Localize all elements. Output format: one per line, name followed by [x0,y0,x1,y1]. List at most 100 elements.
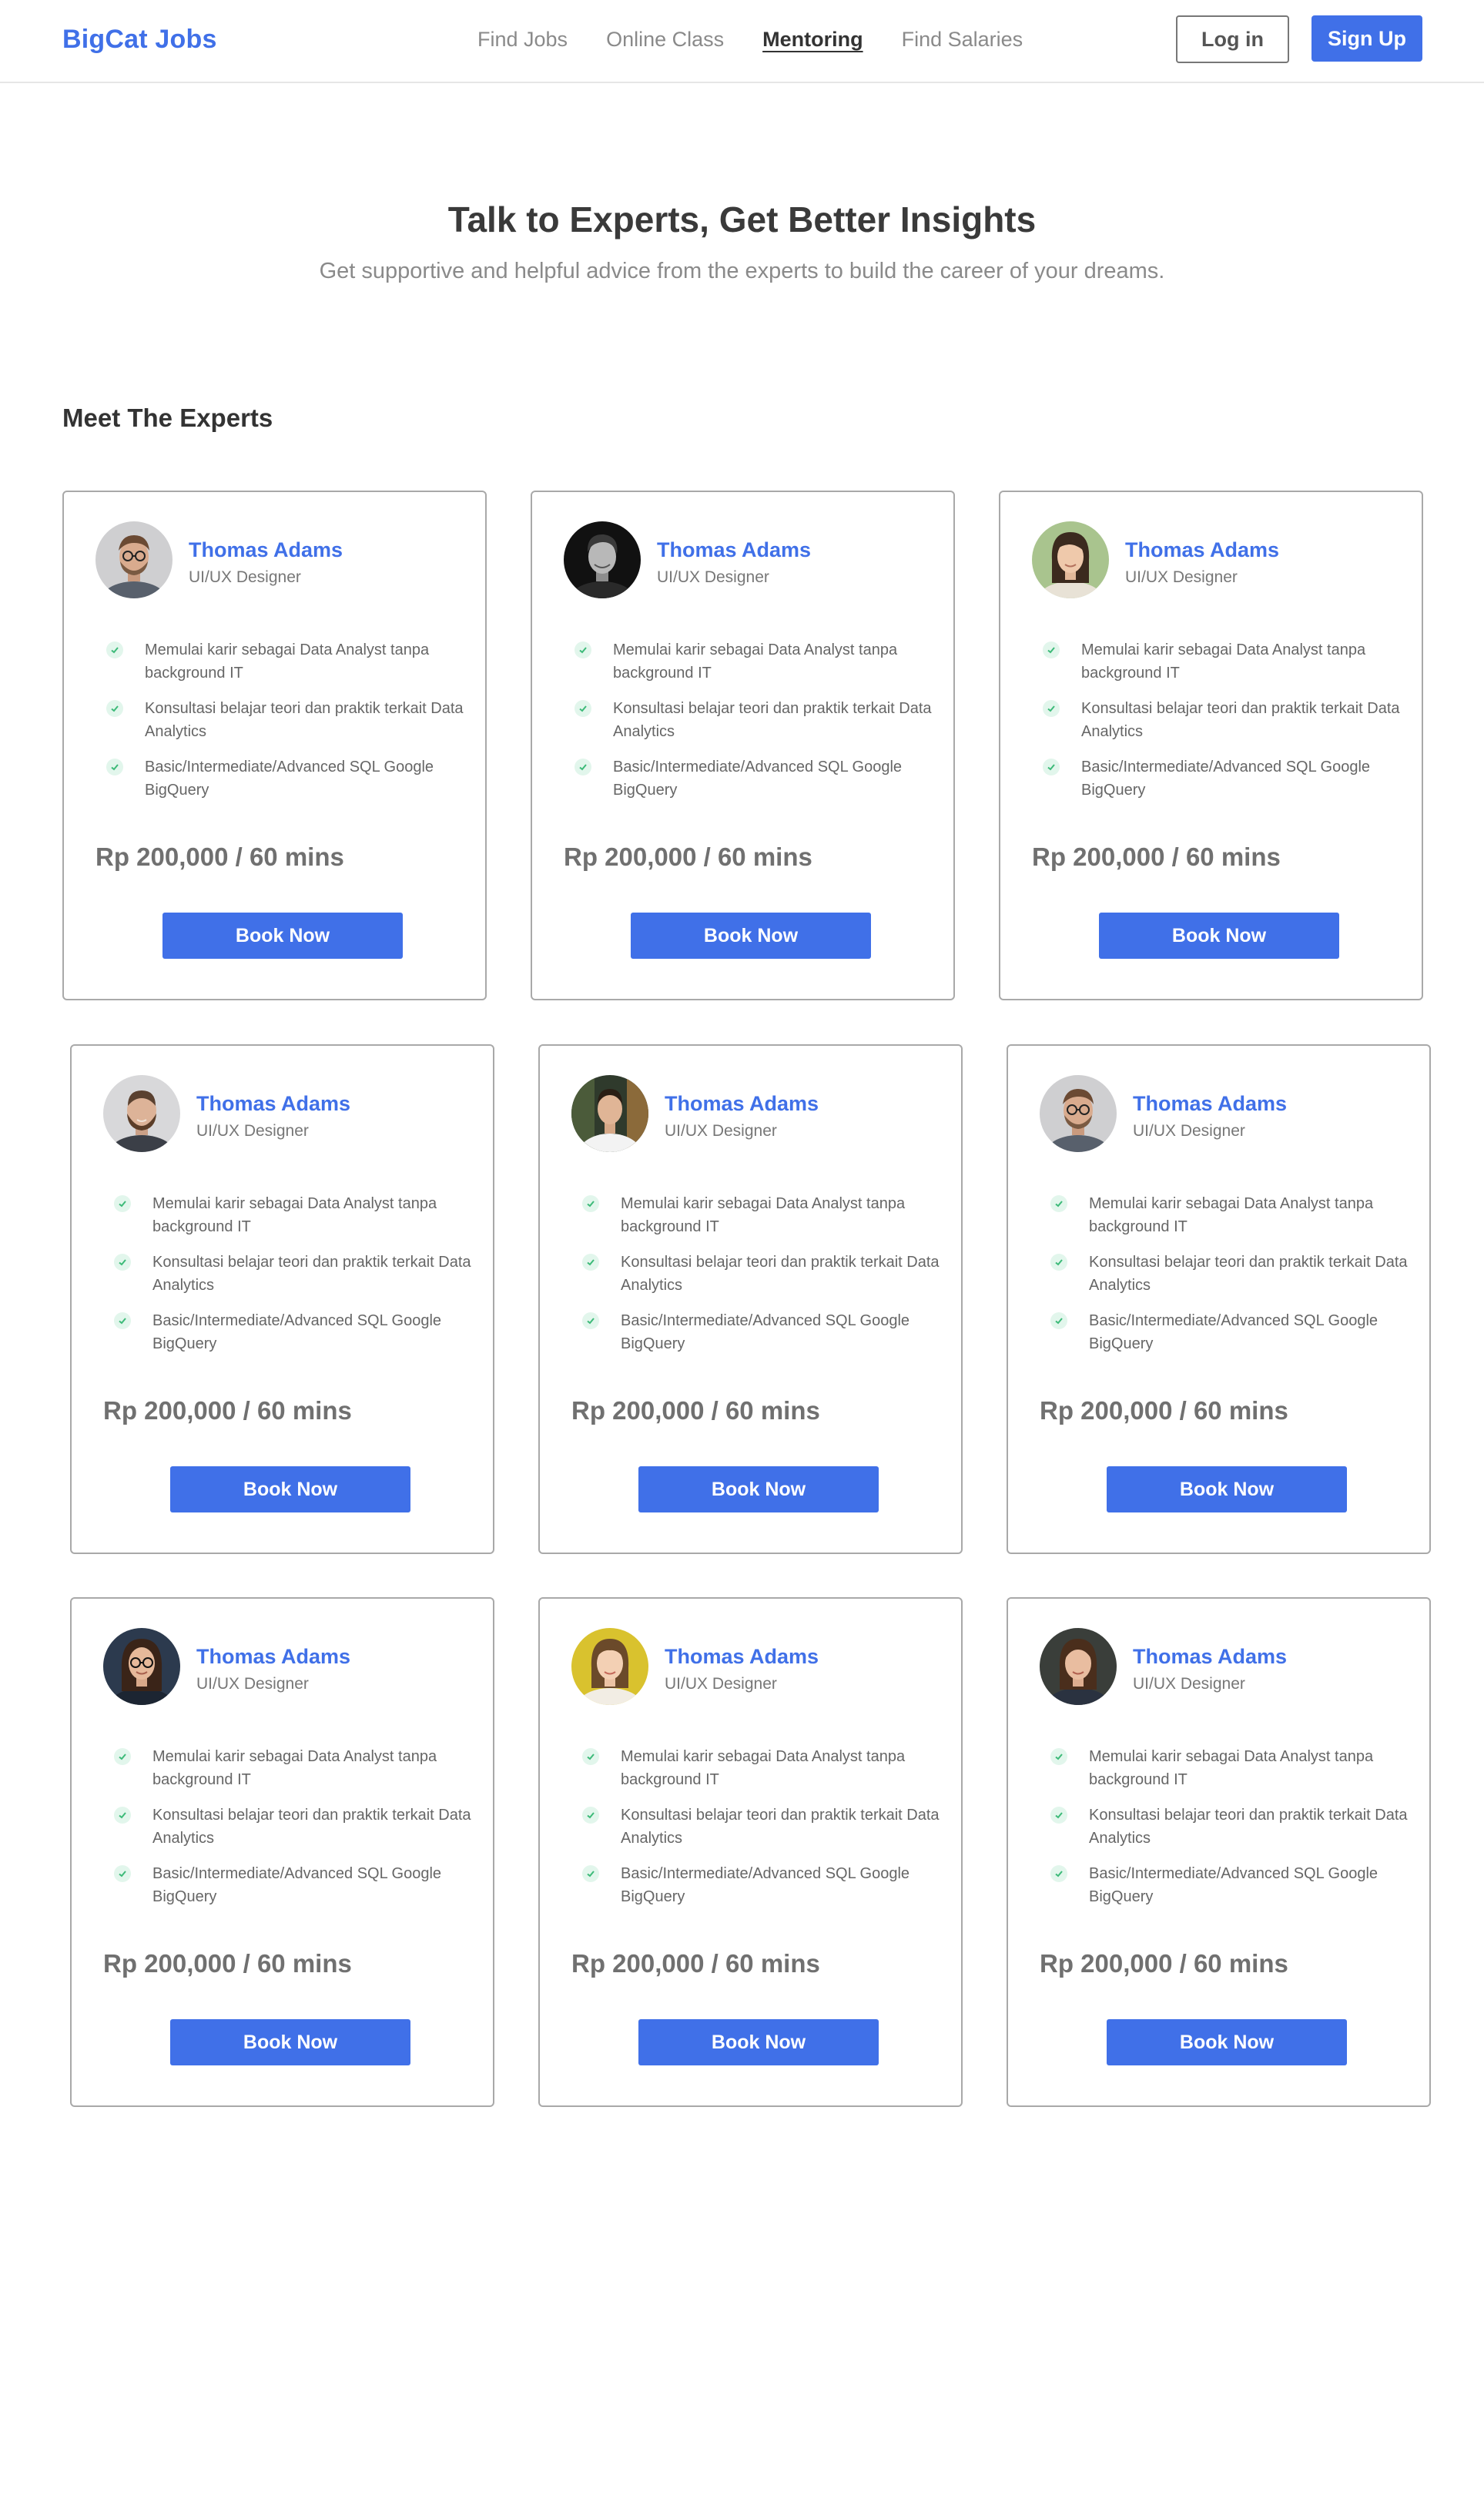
check-icon [114,1748,131,1765]
top-navbar: BigCat Jobs Find Jobs Online Class Mento… [0,0,1484,83]
feature-item: Konsultasi belajar teori dan praktik ter… [1043,697,1405,743]
feature-item: Konsultasi belajar teori dan praktik ter… [575,697,936,743]
expert-card: Thomas Adams UI/UX Designer Memulai kari… [538,1044,963,1554]
feature-item: Basic/Intermediate/Advanced SQL Google B… [582,1862,944,1908]
expert-role: UI/UX Designer [657,568,769,586]
feature-text: Konsultasi belajar teori dan praktik ter… [613,700,932,740]
book-now-button[interactable]: Book Now [631,913,871,959]
expert-name: Thomas Adams [196,1092,351,1115]
expert-role: UI/UX Designer [1133,1675,1245,1693]
check-icon [1050,1748,1067,1765]
session-price: Rp 200,000 / 60 mins [564,842,812,871]
check-icon [114,1254,131,1271]
check-icon [106,759,123,775]
woman-glasses-avatar [103,1628,180,1705]
woman-green-avatar [1032,521,1109,598]
feature-text: Basic/Intermediate/Advanced SQL Google B… [613,759,903,799]
expert-card: Thomas Adams UI/UX Designer Memulai kari… [999,491,1423,1000]
feature-text: Basic/Intermediate/Advanced SQL Google B… [152,1865,442,1905]
book-now-button[interactable]: Book Now [170,1466,410,1512]
expert-role: UI/UX Designer [665,1122,777,1140]
feature-item: Konsultasi belajar teori dan praktik ter… [106,697,468,743]
check-icon [114,1195,131,1212]
expert-role: UI/UX Designer [196,1675,309,1693]
feature-item: Basic/Intermediate/Advanced SQL Google B… [582,1309,944,1355]
woman-dark-avatar [1040,1628,1117,1705]
feature-text: Konsultasi belajar teori dan praktik ter… [621,1807,940,1847]
check-icon [1050,1807,1067,1824]
expert-name: Thomas Adams [665,1092,819,1115]
feature-item: Basic/Intermediate/Advanced SQL Google B… [1050,1862,1412,1908]
feature-text: Konsultasi belajar teori dan praktik ter… [152,1254,471,1294]
feature-text: Konsultasi belajar teori dan praktik ter… [1081,700,1400,740]
feature-text: Memulai karir sebagai Data Analyst tanpa… [152,1195,437,1235]
nav-find-salaries[interactable]: Find Salaries [902,26,1023,52]
check-icon [114,1312,131,1329]
check-icon [582,1807,599,1824]
check-icon [114,1865,131,1882]
session-price: Rp 200,000 / 60 mins [95,842,344,871]
book-now-button[interactable]: Book Now [1107,1466,1347,1512]
feature-text: Basic/Intermediate/Advanced SQL Google B… [1089,1865,1378,1905]
book-now-button[interactable]: Book Now [638,2019,879,2065]
feature-list: Memulai karir sebagai Data Analyst tanpa… [1050,1745,1412,1921]
book-now-button[interactable]: Book Now [162,913,403,959]
feature-item: Memulai karir sebagai Data Analyst tanpa… [1050,1745,1412,1791]
feature-item: Konsultasi belajar teori dan praktik ter… [114,1251,476,1297]
feature-item: Konsultasi belajar teori dan praktik ter… [1050,1251,1412,1297]
signup-button[interactable]: Sign Up [1311,15,1422,62]
check-icon [114,1807,131,1824]
check-icon [1050,1312,1067,1329]
section-title: Meet The Experts [62,404,273,432]
session-price: Rp 200,000 / 60 mins [103,1396,352,1425]
feature-text: Basic/Intermediate/Advanced SQL Google B… [145,759,434,799]
main-nav: Find Jobs Online Class Mentoring Find Sa… [477,26,1023,52]
feature-text: Memulai karir sebagai Data Analyst tanpa… [621,1195,906,1235]
feature-item: Konsultasi belajar teori dan praktik ter… [1050,1804,1412,1850]
feature-item: Memulai karir sebagai Data Analyst tanpa… [575,638,936,685]
feature-list: Memulai karir sebagai Data Analyst tanpa… [114,1745,476,1921]
feature-item: Memulai karir sebagai Data Analyst tanpa… [114,1192,476,1238]
feature-item: Basic/Intermediate/Advanced SQL Google B… [106,755,468,802]
feature-item: Memulai karir sebagai Data Analyst tanpa… [582,1745,944,1791]
login-button[interactable]: Log in [1176,15,1289,63]
feature-item: Memulai karir sebagai Data Analyst tanpa… [114,1745,476,1791]
check-icon [106,641,123,658]
nav-mentoring[interactable]: Mentoring [762,26,863,52]
expert-name: Thomas Adams [657,538,812,561]
feature-list: Memulai karir sebagai Data Analyst tanpa… [582,1192,944,1368]
check-icon [1050,1254,1067,1271]
session-price: Rp 200,000 / 60 mins [103,1949,352,1978]
feature-text: Basic/Intermediate/Advanced SQL Google B… [621,1312,910,1352]
feature-list: Memulai karir sebagai Data Analyst tanpa… [582,1745,944,1921]
feature-item: Basic/Intermediate/Advanced SQL Google B… [114,1309,476,1355]
feature-list: Memulai karir sebagai Data Analyst tanpa… [114,1192,476,1368]
expert-card: Thomas Adams UI/UX Designer Memulai kari… [538,1597,963,2107]
check-icon [106,700,123,717]
check-icon [1043,759,1060,775]
feature-item: Basic/Intermediate/Advanced SQL Google B… [1050,1309,1412,1355]
feature-list: Memulai karir sebagai Data Analyst tanpa… [575,638,936,814]
expert-name: Thomas Adams [1133,1645,1288,1668]
nav-online-class[interactable]: Online Class [606,26,724,52]
logo[interactable]: BigCat Jobs [62,25,217,55]
feature-list: Memulai karir sebagai Data Analyst tanpa… [1043,638,1405,814]
man-dark-avatar [564,521,641,598]
expert-role: UI/UX Designer [1133,1122,1245,1140]
feature-text: Memulai karir sebagai Data Analyst tanpa… [145,641,430,682]
book-now-button[interactable]: Book Now [170,2019,410,2065]
feature-item: Memulai karir sebagai Data Analyst tanpa… [1043,638,1405,685]
feature-text: Memulai karir sebagai Data Analyst tanpa… [613,641,898,682]
book-now-button[interactable]: Book Now [1107,2019,1347,2065]
expert-name: Thomas Adams [189,538,343,561]
check-icon [575,700,591,717]
book-now-button[interactable]: Book Now [1099,913,1339,959]
nav-find-jobs[interactable]: Find Jobs [477,26,568,52]
page-subtitle: Get supportive and helpful advice from t… [319,259,1165,283]
expert-name: Thomas Adams [196,1645,351,1668]
expert-card: Thomas Adams UI/UX Designer Memulai kari… [70,1597,494,2107]
expert-role: UI/UX Designer [196,1122,309,1140]
book-now-button[interactable]: Book Now [638,1466,879,1512]
expert-role: UI/UX Designer [665,1675,777,1693]
check-icon [582,1195,599,1212]
